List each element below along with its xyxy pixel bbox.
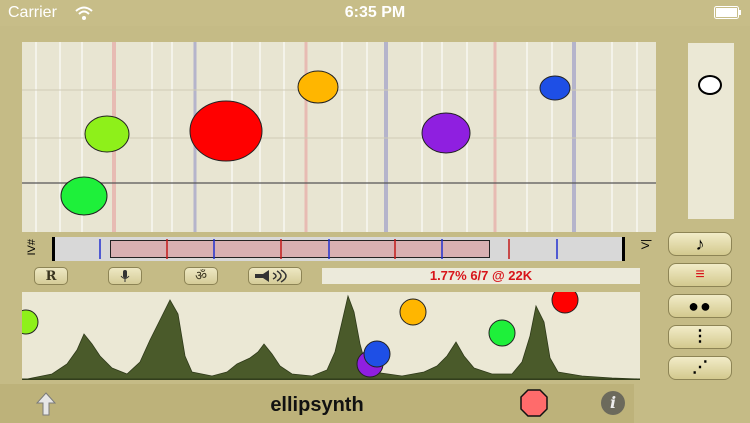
diagonal-dots-button[interactable]: ⋰ [668,356,732,380]
two-dots-button[interactable]: ●● [668,294,732,318]
ellipse-voice[interactable] [60,176,108,216]
stop-button[interactable] [520,389,548,417]
spectrum-waveform [22,294,640,380]
spectrum-svg [22,292,640,380]
battery-icon [714,6,741,19]
ellipse-voice[interactable] [84,115,130,153]
ellipse-canvas-svg [22,42,656,232]
microphone-icon [120,270,130,282]
ellipse-canvas[interactable] [22,42,656,232]
ellipse-voice[interactable] [421,112,471,154]
spectrum-voice-dot[interactable] [488,319,516,347]
spectrum-voice-dot[interactable] [399,298,427,326]
note-button[interactable]: ♪ [668,232,732,256]
music-note-icon: ♪ [695,234,705,254]
spectrum-voice-dot[interactable] [22,309,39,335]
speaker-icon [255,269,287,283]
two-dots-icon: ●● [688,296,712,316]
om-icon: ॐ [195,269,207,284]
vertical-dots-icon: ⋮ [692,328,708,345]
vertical-slider-knob[interactable] [698,75,722,95]
spectrum-voice-dot[interactable] [363,340,391,368]
spectrum-display[interactable] [22,292,640,380]
spectrum-voice-dot[interactable] [551,292,579,314]
r-logo-button[interactable]: R [34,267,68,285]
r-logo-icon: R [45,269,57,284]
clock: 6:35 PM [344,4,406,21]
diagonal-dots-icon: ⋰ [692,359,708,376]
microphone-button[interactable] [108,267,142,285]
speaker-button[interactable] [248,267,302,285]
vertical-slider-track[interactable] [688,43,734,219]
lines-icon: ≡ [695,266,705,283]
status-readout: 1.77% 6/7 @ 22K [322,268,640,284]
ellipse-voice[interactable] [539,75,571,101]
info-button[interactable]: i [601,391,625,415]
range-markers [99,239,558,259]
ellipse-voice[interactable] [297,70,339,104]
vertical-dots-button[interactable]: ⋮ [668,325,732,349]
range-left-label: IV# [26,239,38,256]
info-icon: i [609,393,617,412]
status-bar: Carrier 6:35 PM [0,0,750,26]
lines-button[interactable]: ≡ [668,263,732,287]
range-right-label: V| [640,239,652,250]
ellipse-voice[interactable] [189,100,263,162]
om-button[interactable]: ॐ [184,267,218,285]
stop-icon [520,389,548,417]
